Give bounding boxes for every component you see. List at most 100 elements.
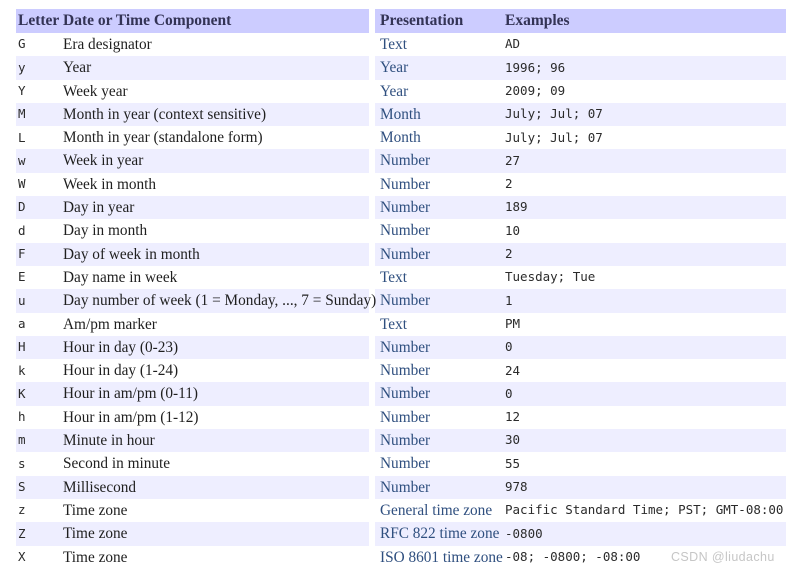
cell-examples-label: AD xyxy=(505,36,521,52)
cell-component-label: Day number of week (1 = Monday, ..., 7 =… xyxy=(63,292,377,310)
cell-examples: 2 xyxy=(500,172,786,197)
cell-component-label: Minute in hour xyxy=(63,432,155,450)
cell-presentation: Number xyxy=(375,219,500,243)
cell-component-label: Time zone xyxy=(63,525,128,543)
cell-letter: S xyxy=(16,475,58,499)
column-header-component: Date or Time Component xyxy=(58,9,369,33)
table-row: S Millisecond Number 978 xyxy=(16,475,786,499)
cell-presentation-label: Number xyxy=(380,292,431,310)
cell-letter: F xyxy=(16,242,58,266)
table-row: m Minute in hour Number 30 xyxy=(16,429,786,453)
cell-component: Hour in day (1-24) xyxy=(58,359,369,383)
cell-examples-label: July; Jul; 07 xyxy=(505,129,603,145)
cell-presentation-label: Number xyxy=(380,408,431,426)
cell-component: Day in year xyxy=(58,196,369,220)
column-header-letter: Letter xyxy=(16,9,60,33)
cell-component: Hour in am/pm (1-12) xyxy=(58,405,369,430)
cell-presentation: Year xyxy=(375,79,500,103)
table-row: M Month in year (context sensitive) Month J… xyxy=(16,102,786,127)
cell-examples-label: Tuesday; Tue xyxy=(505,269,596,285)
cell-presentation: Number xyxy=(375,405,500,430)
cell-presentation-label: Number xyxy=(380,175,431,193)
cell-letter: h xyxy=(16,405,58,430)
cell-letter-label: Z xyxy=(18,525,26,541)
cell-examples: 1 xyxy=(500,289,786,313)
cell-presentation: General time zone xyxy=(375,498,500,523)
cell-examples: 2009; 09 xyxy=(500,79,786,103)
cell-component: Hour in am/pm (0-11) xyxy=(58,382,369,406)
cell-component-label: Week in year xyxy=(63,152,144,170)
cell-component-label: Month in year (standalone form) xyxy=(63,129,263,147)
cell-letter-label: y xyxy=(18,59,26,75)
cell-presentation: ISO 8601 time zone xyxy=(375,545,503,569)
cell-component-label: Hour in day (1-24) xyxy=(63,362,179,380)
cell-component: Week in year xyxy=(58,149,369,173)
cell-examples: 27 xyxy=(500,149,786,173)
cell-component-label: Day in month xyxy=(63,222,148,240)
cell-examples-label: 55 xyxy=(505,455,521,471)
cell-component: Week in month xyxy=(58,172,369,197)
cell-examples: 2 xyxy=(500,242,786,266)
cell-component-label: Hour in am/pm (1-12) xyxy=(63,408,199,426)
column-header-letter-label: Letter xyxy=(18,12,60,30)
cell-examples-label: July; Jul; 07 xyxy=(505,106,603,122)
table-body: G Era designator Text AD y Year Year 1996; 96 Y W… xyxy=(16,33,786,569)
table-row: L Month in year (standalone form) Month Jul… xyxy=(16,126,786,150)
cell-component: Month in year (standalone form) xyxy=(58,126,369,150)
cell-letter: u xyxy=(16,289,58,313)
cell-examples-label: 2009; 09 xyxy=(505,82,566,98)
cell-letter: G xyxy=(16,33,58,57)
cell-component-label: Week in month xyxy=(63,175,157,193)
column-header-component-label: Date or Time Component xyxy=(63,12,232,30)
cell-examples-label: 24 xyxy=(505,362,521,378)
table-row: a Am/pm marker Text PM xyxy=(16,312,786,336)
cell-component-label: Week year xyxy=(63,82,128,100)
cell-component-label: Day name in week xyxy=(63,268,178,286)
cell-examples: 0 xyxy=(500,382,786,406)
cell-presentation: Number xyxy=(375,289,500,313)
cell-examples-label: Pacific Standard Time; PST; GMT-08:00 xyxy=(505,502,784,518)
watermark: CSDN @liudachu xyxy=(671,550,775,564)
cell-presentation-label: Number xyxy=(380,338,431,356)
column-header-presentation-label: Presentation xyxy=(380,12,464,30)
cell-examples: AD xyxy=(500,33,786,57)
cell-presentation-label: RFC 822 time zone xyxy=(380,525,500,543)
cell-presentation: Number xyxy=(375,359,500,383)
cell-presentation-label: Number xyxy=(380,455,431,473)
cell-presentation-label: Number xyxy=(380,152,431,170)
table-row: u Day number of week (1 = Monday, ..., 7 … xyxy=(16,289,786,313)
cell-letter: H xyxy=(16,335,58,360)
cell-letter-label: L xyxy=(18,129,26,145)
cell-component: Week year xyxy=(58,79,369,103)
cell-examples-label: PM xyxy=(505,315,521,331)
table-row: K Hour in am/pm (0-11) Number 0 xyxy=(16,382,786,406)
table-row: y Year Year 1996; 96 xyxy=(16,56,786,80)
cell-letter: Z xyxy=(16,522,58,546)
cell-examples: 12 xyxy=(500,405,786,430)
cell-examples: July; Jul; 07 xyxy=(500,102,786,127)
cell-presentation: Text xyxy=(375,312,500,336)
cell-letter: w xyxy=(16,149,58,173)
cell-component-label: Time zone xyxy=(63,548,128,566)
cell-component: Minute in hour xyxy=(58,429,369,453)
table-row: k Hour in day (1-24) Number 24 xyxy=(16,359,786,383)
cell-component: Day in month xyxy=(58,219,369,243)
cell-letter: M xyxy=(16,102,58,127)
cell-component-label: Hour in day (0-23) xyxy=(63,338,179,356)
cell-component-label: Era designator xyxy=(63,36,152,53)
cell-presentation-label: General time zone xyxy=(380,501,493,519)
cell-examples-label: -0800 xyxy=(505,525,543,541)
cell-examples-label: 0 xyxy=(505,385,513,401)
cell-component: Day number of week (1 = Monday, ..., 7 =… xyxy=(58,289,377,313)
cell-component-label: Millisecond xyxy=(63,478,137,496)
cell-presentation: RFC 822 time zone xyxy=(375,522,500,546)
cell-examples-label: 10 xyxy=(505,222,521,238)
cell-letter-label: K xyxy=(18,385,26,401)
cell-letter-label: E xyxy=(18,269,26,285)
cell-presentation-label: Text xyxy=(380,36,407,53)
table-row: F Day of week in month Number 2 xyxy=(16,242,786,266)
cell-letter: s xyxy=(16,452,58,476)
cell-examples: 30 xyxy=(500,429,786,453)
cell-letter: Y xyxy=(16,79,58,103)
cell-component: Era designator xyxy=(58,33,369,57)
